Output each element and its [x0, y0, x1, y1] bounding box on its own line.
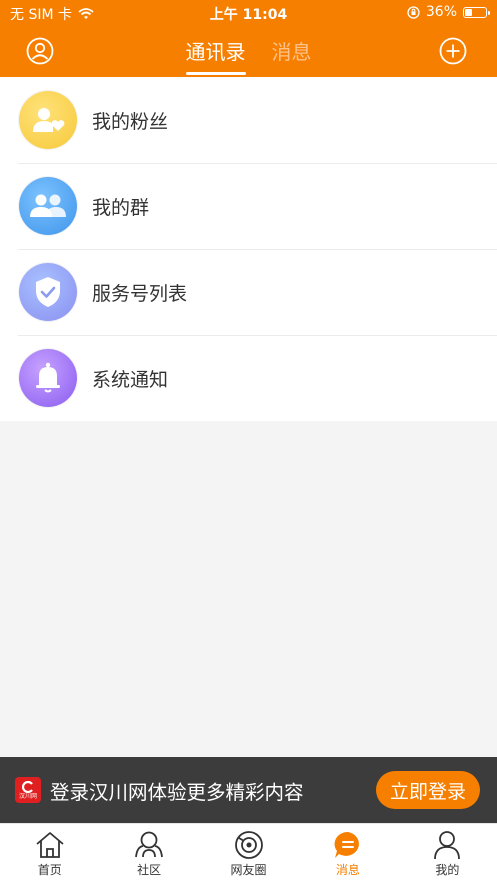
list-item-groups[interactable]: 我的群 — [0, 163, 497, 249]
list-item-label: 服务号列表 — [92, 282, 188, 305]
home-icon — [36, 832, 64, 858]
tab-label: 网友圈 — [230, 863, 267, 877]
list-item-label: 我的群 — [92, 196, 150, 219]
header: 通讯录 消息 — [0, 26, 497, 77]
login-banner: 汉川网 登录汉川网体验更多精彩内容 立即登录 — [0, 757, 497, 823]
fans-icon — [19, 91, 77, 149]
contacts-list: 我的粉丝 我的群 服务号列表 系统通知 — [0, 77, 497, 421]
list-item-label: 系统通知 — [92, 368, 169, 391]
list-item-system-notices[interactable]: 系统通知 — [0, 335, 497, 421]
hanchuan-logo: 汉川网 — [15, 777, 41, 803]
tab-friends-circle[interactable]: 网友圈 — [199, 824, 298, 883]
header-tabs: 通讯录 消息 — [0, 36, 497, 75]
circle-icon — [234, 831, 263, 859]
battery-percent: 36% — [425, 4, 457, 20]
message-icon — [334, 831, 359, 858]
tab-message[interactable]: 消息 — [298, 824, 397, 883]
list-item-label: 我的粉丝 — [92, 110, 169, 133]
bottom-tab-bar: 首页 社区 网友圈 消息 我的 — [0, 823, 497, 883]
profile-icon — [434, 831, 461, 860]
bell-icon — [19, 349, 77, 407]
tab-home[interactable]: 首页 — [0, 824, 99, 883]
tab-messages[interactable]: 消息 — [272, 36, 312, 73]
tab-community[interactable]: 社区 — [99, 824, 198, 883]
tab-label: 消息 — [335, 863, 360, 877]
tab-label: 首页 — [37, 863, 62, 877]
tab-label: 社区 — [137, 863, 162, 877]
list-item-service-accounts[interactable]: 服务号列表 — [0, 249, 497, 335]
top-bar: 无 SIM 卡 上午 11:04 36% 通讯录 消息 — [0, 0, 497, 77]
list-item-fans[interactable]: 我的粉丝 — [0, 77, 497, 163]
group-icon — [19, 177, 77, 235]
battery-icon — [463, 6, 490, 18]
shield-check-icon — [19, 263, 77, 321]
tab-label: 我的 — [435, 863, 460, 877]
logo-text: 汉川网 — [18, 792, 37, 800]
orientation-lock-icon — [407, 5, 420, 19]
plus-circle-icon[interactable] — [439, 37, 467, 65]
community-icon — [135, 831, 164, 858]
tab-mine[interactable]: 我的 — [398, 824, 497, 883]
status-bar: 无 SIM 卡 上午 11:04 36% — [0, 0, 497, 26]
login-button[interactable]: 立即登录 — [375, 771, 480, 809]
tab-contacts[interactable]: 通讯录 — [185, 36, 246, 75]
logo-icon — [22, 780, 33, 793]
banner-text: 登录汉川网体验更多精彩内容 — [50, 780, 304, 804]
